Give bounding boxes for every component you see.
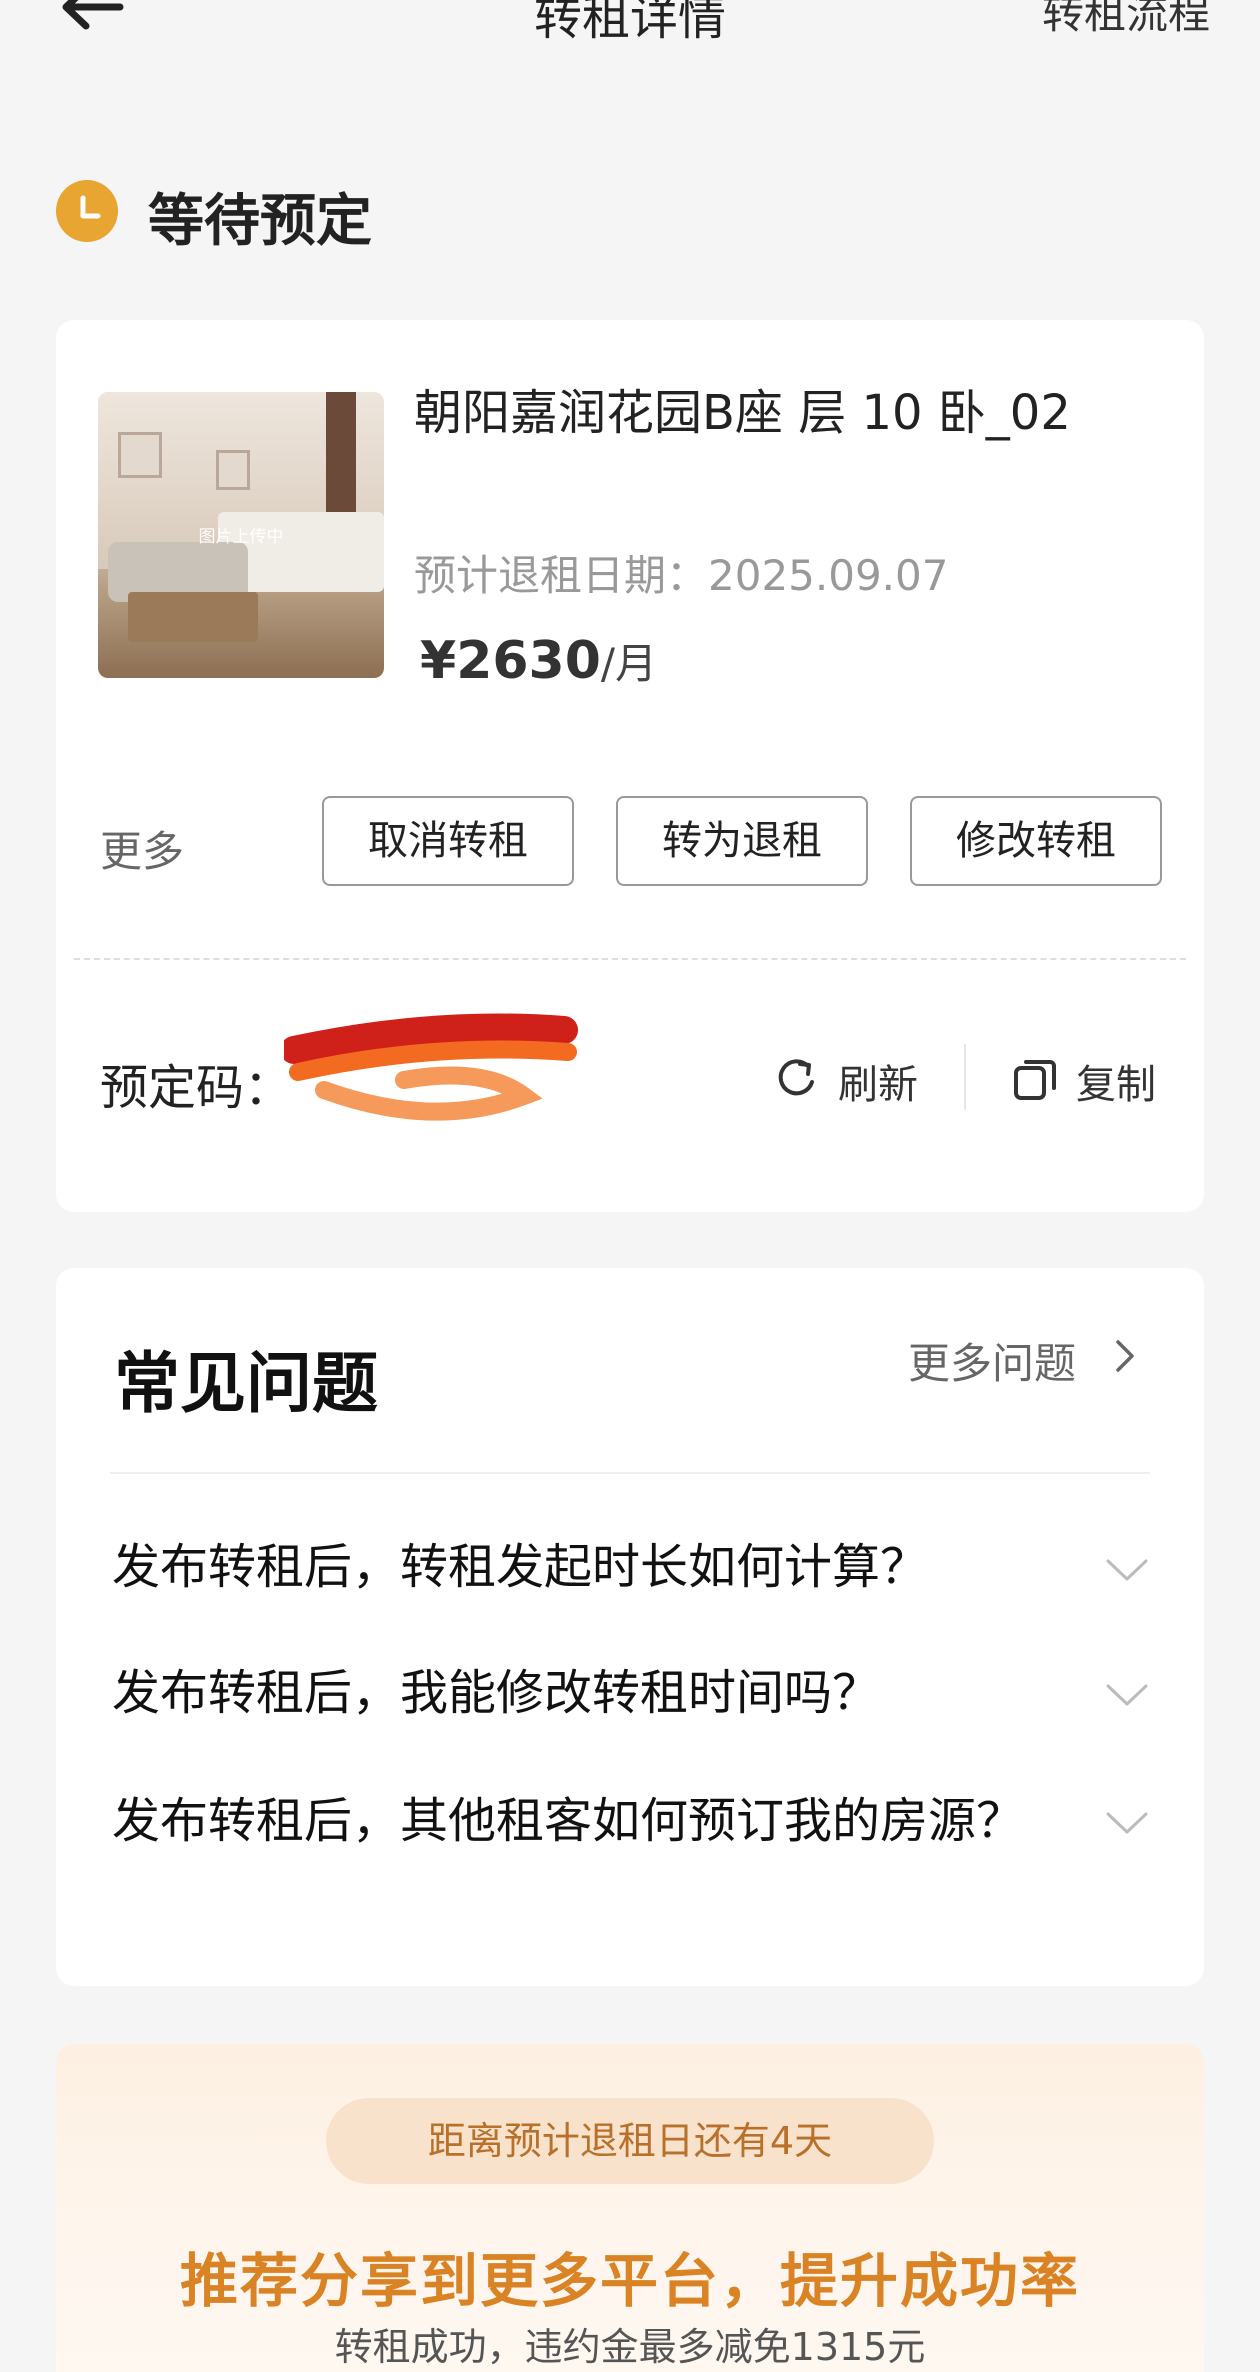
refresh-button[interactable]: 刷新 — [838, 1052, 918, 1110]
promo-subtext: 转租成功，违约金最多减免1315元 — [334, 2325, 926, 2369]
faq-question-2[interactable]: 发布转租后，我能修改转租时间吗？ — [112, 1662, 1032, 1724]
faq-title: 常见问题 — [114, 1345, 378, 1422]
chevron-right-icon[interactable] — [1110, 1334, 1140, 1378]
price-value: 2630 — [456, 631, 601, 691]
divider — [110, 1472, 1150, 1474]
copy-icon[interactable] — [1012, 1056, 1058, 1102]
more-label[interactable]: 更多 — [100, 818, 184, 879]
listing-title: 朝阳嘉润花园B座 层 10 卧_02 — [414, 385, 1071, 441]
status-title: 等待预定 — [148, 189, 372, 254]
faq-question-1[interactable]: 发布转租后，转租发起时长如何计算？ — [112, 1536, 1032, 1598]
price-unit: /月 — [600, 639, 658, 688]
upload-status-text: 图片上传中 — [198, 527, 284, 547]
cancel-sublet-button[interactable]: 取消转租 — [322, 796, 574, 886]
chevron-down-icon[interactable] — [1104, 1808, 1150, 1838]
promo-headline: 推荐分享到更多平台，提升成功率 — [179, 2247, 1080, 2315]
edit-sublet-button[interactable]: 修改转租 — [910, 796, 1162, 886]
currency-symbol: ¥ — [420, 631, 457, 691]
price: ¥2630/月 — [420, 630, 657, 691]
divider — [74, 958, 1186, 960]
chevron-down-icon[interactable] — [1104, 1555, 1150, 1585]
clock-icon — [56, 180, 118, 242]
convert-to-retire-button[interactable]: 转为退租 — [616, 796, 868, 886]
refresh-icon[interactable] — [774, 1056, 818, 1100]
retire-date: 预计退租日期：2025.09.07 — [414, 551, 949, 600]
chevron-down-icon[interactable] — [1104, 1680, 1150, 1710]
more-questions-link[interactable]: 更多问题 — [908, 1330, 1076, 1391]
booking-code-label: 预定码： — [100, 1060, 293, 1116]
listing-thumbnail[interactable]: 图片上传中 — [98, 392, 384, 678]
separator — [964, 1044, 966, 1110]
countdown-pill: 距离预计退租日还有4天 — [326, 2098, 934, 2184]
copy-button[interactable]: 复制 — [1076, 1052, 1156, 1110]
sublet-process-link[interactable]: 转租流程 — [1042, 0, 1210, 41]
faq-question-3[interactable]: 发布转租后，其他租客如何预订我的房源？ — [112, 1790, 1032, 1852]
redaction-scribble — [284, 1013, 578, 1121]
